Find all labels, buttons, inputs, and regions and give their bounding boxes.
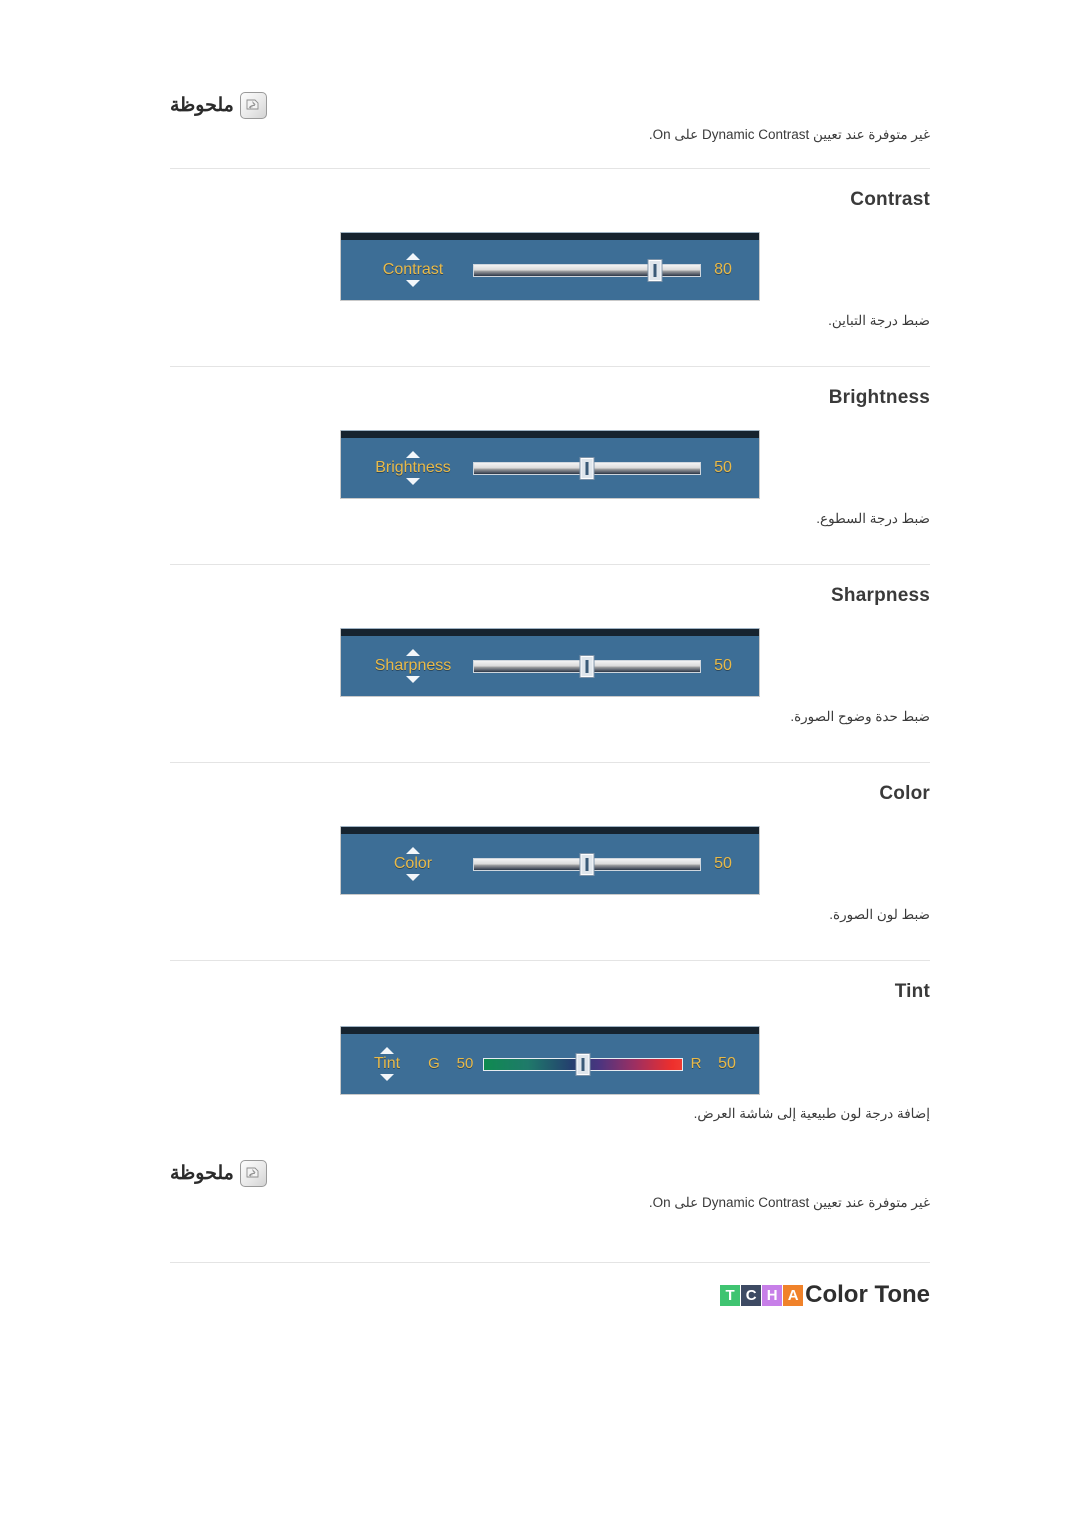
osd-panel: Tint G 50 R 50 [340,1026,760,1095]
note-body: غير متوفرة عند تعيين Dynamic Contrast عل… [648,127,930,142]
osd-panel: Sharpness 50 [340,628,760,697]
divider [170,366,930,367]
slider-track-wrap[interactable] [473,259,701,281]
note-header: ملحوظة [170,92,930,119]
note-title: ملحوظة [170,95,234,116]
tint-green-value: 50 [456,1055,474,1072]
badge-t: T [720,1284,741,1306]
badge-h: H [762,1284,783,1306]
osd-title-bar [341,1026,759,1034]
tint-green-label: G [428,1055,440,1072]
osd-label-cell: Color [353,847,473,881]
osd-brightness: Brightness 50 [170,430,930,499]
manual-page: ملحوظة غير متوفرة عند تعيين Dynamic Cont… [0,0,1080,1527]
color-tone-title-row: T C H A Color Tone [170,1283,930,1307]
arrow-up-icon[interactable] [406,649,420,656]
note-block-bottom: ملحوظة غير متوفرة عند تعيين Dynamic Cont… [170,1160,934,1213]
note-header: ملحوظة [170,1160,930,1187]
caption-color: ضبط لون الصورة. [829,907,930,922]
arrow-down-icon[interactable] [406,280,420,287]
arrow-down-icon[interactable] [406,478,420,485]
caption-tint: إضافة درجة لون طبيعية إلى شاشة العرض. [693,1106,930,1121]
divider [170,168,930,169]
osd-label: Color [393,855,433,872]
osd-color: Color 50 [170,826,930,895]
note-block-top: ملحوظة غير متوفرة عند تعيين Dynamic Cont… [170,92,934,145]
arrow-up-icon[interactable] [380,1047,394,1054]
section-heading-brightness: Brightness [828,387,930,408]
caption-sharpness: ضبط حدة وضوح الصورة. [790,709,930,724]
caption-brightness: ضبط درجة السطوع. [816,511,930,526]
slider-thumb[interactable] [576,1053,590,1075]
arrow-down-icon[interactable] [380,1074,394,1081]
osd-row: Tint G 50 R 50 [341,1034,759,1094]
osd-row: Color 50 [341,834,759,894]
osd-contrast: Contrast 80 [170,232,930,301]
osd-label: Brightness [375,459,451,476]
section-heading-tint: Tint [894,981,930,1002]
slider-track-wrap[interactable] [473,655,701,677]
tint-red-label: R [690,1055,702,1072]
osd-label-cell: Sharpness [353,649,473,683]
osd-title-bar [341,826,759,834]
osd-value: 80 [714,261,732,278]
osd-tint: Tint G 50 R 50 [170,1026,930,1095]
osd-panel: Brightness 50 [340,430,760,499]
arrow-up-icon[interactable] [406,253,420,260]
osd-row: Contrast 80 [341,240,759,300]
note-title: ملحوظة [170,1163,234,1184]
osd-panel: Contrast 80 [340,232,760,301]
divider [170,564,930,565]
note-body: غير متوفرة عند تعيين Dynamic Contrast عل… [648,1195,930,1210]
osd-title-bar [341,628,759,636]
divider [170,1262,930,1263]
osd-row: Sharpness 50 [341,636,759,696]
arrow-up-icon[interactable] [406,451,420,458]
osd-value: 50 [714,459,732,476]
osd-panel: Color 50 [340,826,760,895]
note-pencil-icon [239,92,267,119]
slider-track-wrap[interactable] [473,853,701,875]
section-heading-contrast: Contrast [850,189,930,210]
section-heading-color: Color [879,783,930,804]
osd-sharpness: Sharpness 50 [170,628,930,697]
slider-track-wrap[interactable] [473,457,701,479]
osd-title-bar [341,430,759,438]
osd-label-cell: Brightness [353,451,473,485]
slider-thumb[interactable] [580,655,594,677]
osd-title-bar [341,232,759,240]
osd-label: Tint [373,1055,401,1072]
arrow-down-icon[interactable] [406,676,420,683]
color-tone-title: Color Tone [805,1281,930,1308]
caption-contrast: ضبط درجة التباين. [828,313,930,328]
section-heading-sharpness: Sharpness [831,585,930,606]
divider [170,762,930,763]
osd-label: Sharpness [374,657,452,674]
arrow-up-icon[interactable] [406,847,420,854]
osd-label-cell: Tint [353,1047,421,1081]
slider-track-wrap[interactable] [483,1053,683,1075]
osd-row: Brightness 50 [341,438,759,498]
osd-value: 50 [714,657,732,674]
badge-a: A [783,1284,804,1306]
osd-label-cell: Contrast [353,253,473,287]
slider-track[interactable] [473,263,701,277]
note-pencil-icon [239,1160,267,1187]
osd-value: 50 [714,855,732,872]
slider-thumb[interactable] [648,259,662,281]
divider [170,960,930,961]
tcha-badges: T C H A [720,1284,804,1306]
badge-c: C [741,1284,762,1306]
osd-label: Contrast [382,261,444,278]
tint-red-value: 50 [718,1055,736,1072]
slider-thumb[interactable] [580,457,594,479]
arrow-down-icon[interactable] [406,874,420,881]
slider-thumb[interactable] [580,853,594,875]
